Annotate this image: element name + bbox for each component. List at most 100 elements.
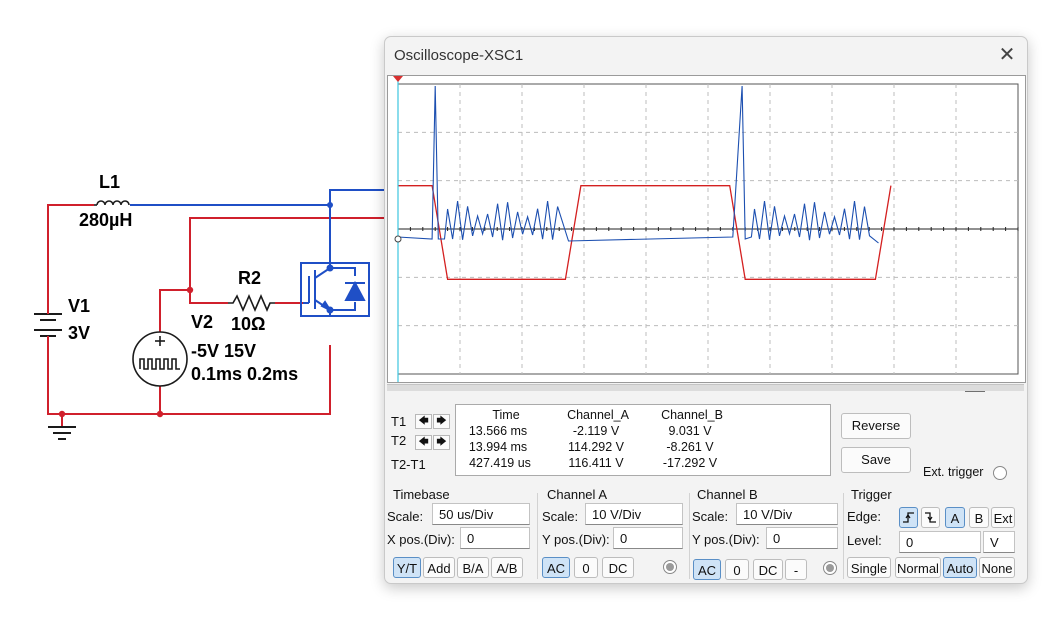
arrow-right-icon[interactable]: 🡆	[436, 437, 446, 448]
display-splitter[interactable]	[387, 384, 1024, 391]
cursor-t1-marker	[393, 76, 403, 82]
t1-channel-b: 9.031 V	[668, 424, 712, 438]
scope-plot	[393, 76, 1019, 382]
v2-name: V2	[191, 312, 214, 332]
v1-name: V1	[68, 296, 91, 316]
header-channel-a: Channel_A	[567, 408, 629, 422]
t2-left-button[interactable]: 🡄	[415, 435, 432, 450]
wires-blue	[130, 189, 384, 263]
channel-a-ac-toggle[interactable]: AC	[542, 557, 570, 578]
t2-label: T2	[391, 433, 407, 448]
resistor-icon	[228, 293, 275, 313]
channel-b-scale-label: Scale:	[692, 509, 729, 524]
close-icon[interactable]: ✕	[999, 44, 1016, 66]
channel-a-scale-label: Scale:	[542, 509, 579, 524]
t1-time: 13.566 ms	[468, 424, 528, 438]
trigger-level-input[interactable]: 0	[899, 531, 981, 553]
oscilloscope-window: Oscilloscope-XSC1 ✕ T1 🡄 🡆 T2 🡄 🡆 T2-T1 …	[384, 36, 1028, 584]
save-button[interactable]: Save	[841, 447, 911, 473]
t2-time: 13.994 ms	[468, 440, 528, 454]
mode-ba-toggle[interactable]: B/A	[457, 557, 489, 578]
trigger-mode-auto[interactable]: Auto	[943, 557, 977, 578]
r2-value: 10Ω	[231, 314, 266, 334]
channel-a-title: Channel A	[547, 487, 607, 502]
channel-b-scale-input[interactable]: 10 V/Div	[736, 503, 838, 525]
inductor-icon	[94, 200, 130, 206]
timebase-scale-label: Scale:	[387, 509, 424, 524]
timebase-title: Timebase	[393, 487, 450, 502]
rising-edge-button[interactable]	[899, 507, 918, 528]
close-button[interactable]: ✕	[993, 43, 1021, 67]
scope-display	[387, 75, 1026, 383]
ext-trigger-label: Ext. trigger	[923, 465, 984, 479]
channel-b-ypos-label: Y pos.(Div):	[692, 532, 760, 547]
panel-separator	[537, 493, 538, 579]
trigger-edge-label: Edge:	[847, 509, 881, 524]
pulse-source-icon	[132, 331, 188, 387]
panel-separator	[843, 493, 844, 579]
header-channel-b: Channel_B	[661, 408, 723, 422]
mode-add-toggle[interactable]: Add	[423, 557, 455, 578]
arrow-left-icon[interactable]: 🡄	[418, 416, 428, 427]
t1-right-button[interactable]: 🡆	[433, 414, 450, 429]
ground-icon	[48, 426, 76, 440]
trigger-source-a[interactable]: A	[945, 507, 965, 528]
splitter-grip[interactable]	[965, 391, 985, 392]
ext-trigger-terminal[interactable]	[993, 466, 1007, 480]
battery-icon	[34, 296, 62, 352]
channel-a-terminal[interactable]	[663, 560, 677, 574]
trigger-level-unit[interactable]: V	[983, 531, 1015, 553]
t2-right-button[interactable]: 🡆	[433, 435, 450, 450]
channel-a-scale-input[interactable]: 10 V/Div	[585, 503, 683, 525]
l1-value: 280µH	[79, 210, 133, 230]
xpos-label: X pos.(Div):	[387, 532, 455, 547]
falling-edge-icon[interactable]	[923, 510, 938, 525]
window-title: Oscilloscope-XSC1	[394, 47, 524, 64]
reverse-button[interactable]: Reverse	[841, 413, 911, 439]
channel-b-dc-toggle[interactable]: DC	[753, 559, 783, 580]
t2-t1-label: T2-T1	[391, 457, 426, 472]
diff-channel-b: -17.292 V	[662, 456, 718, 470]
panel-separator	[689, 493, 690, 579]
trigger-mode-none[interactable]: None	[979, 557, 1015, 578]
trigger-title: Trigger	[851, 487, 892, 502]
circuit-schematic	[34, 189, 385, 440]
channel-b-title: Channel B	[697, 487, 758, 502]
v2-levels: -5V 15V	[191, 341, 257, 361]
falling-edge-button[interactable]	[921, 507, 940, 528]
cursor-readout-table: Time Channel_A Channel_B 13.566 ms -2.11…	[455, 404, 831, 476]
arrow-left-icon[interactable]: 🡄	[418, 437, 428, 448]
trigger-mode-single[interactable]: Single	[847, 557, 891, 578]
v1-value: 3V	[68, 323, 91, 343]
trigger-mode-normal[interactable]: Normal	[895, 557, 941, 578]
t2-channel-a: 114.292 V	[567, 440, 625, 454]
timebase-scale-input[interactable]: 50 us/Div	[432, 503, 530, 525]
trigger-source-ext[interactable]: Ext	[991, 507, 1015, 528]
xpos-input[interactable]: 0	[460, 527, 530, 549]
mode-yt-toggle[interactable]: Y/T	[393, 557, 421, 578]
channel-b-invert-toggle[interactable]: -	[785, 559, 807, 580]
diff-channel-a: 116.411 V	[568, 456, 624, 470]
arrow-right-icon[interactable]: 🡆	[436, 416, 446, 427]
igbt-icon	[300, 262, 370, 317]
channel-a-ypos-label: Y pos.(Div):	[542, 532, 610, 547]
channel-b-zero-toggle[interactable]: 0	[725, 559, 749, 580]
mode-ab-toggle[interactable]: A/B	[491, 557, 523, 578]
channel-b-terminal[interactable]	[823, 561, 837, 575]
channel-a-ypos-input[interactable]: 0	[613, 527, 683, 549]
header-time: Time	[492, 408, 520, 422]
trigger-source-b[interactable]: B	[969, 507, 989, 528]
channel-a-dc-toggle[interactable]: DC	[602, 557, 634, 578]
v2-timing: 0.1ms 0.2ms	[191, 364, 299, 384]
t2-channel-b: -8.261 V	[666, 440, 714, 454]
t1-channel-a: -2.119 V	[572, 424, 620, 438]
channel-b-ac-toggle[interactable]: AC	[693, 559, 721, 580]
channel-b-trace	[397, 85, 879, 244]
channel-a-zero-toggle[interactable]: 0	[574, 557, 598, 578]
diff-time: 427.419 us	[469, 456, 531, 470]
channel-b-ypos-input[interactable]: 0	[766, 527, 838, 549]
ground-marker	[394, 235, 402, 243]
t1-left-button[interactable]: 🡄	[415, 414, 432, 429]
rising-edge-icon[interactable]	[901, 510, 916, 525]
r2-name: R2	[238, 268, 262, 288]
